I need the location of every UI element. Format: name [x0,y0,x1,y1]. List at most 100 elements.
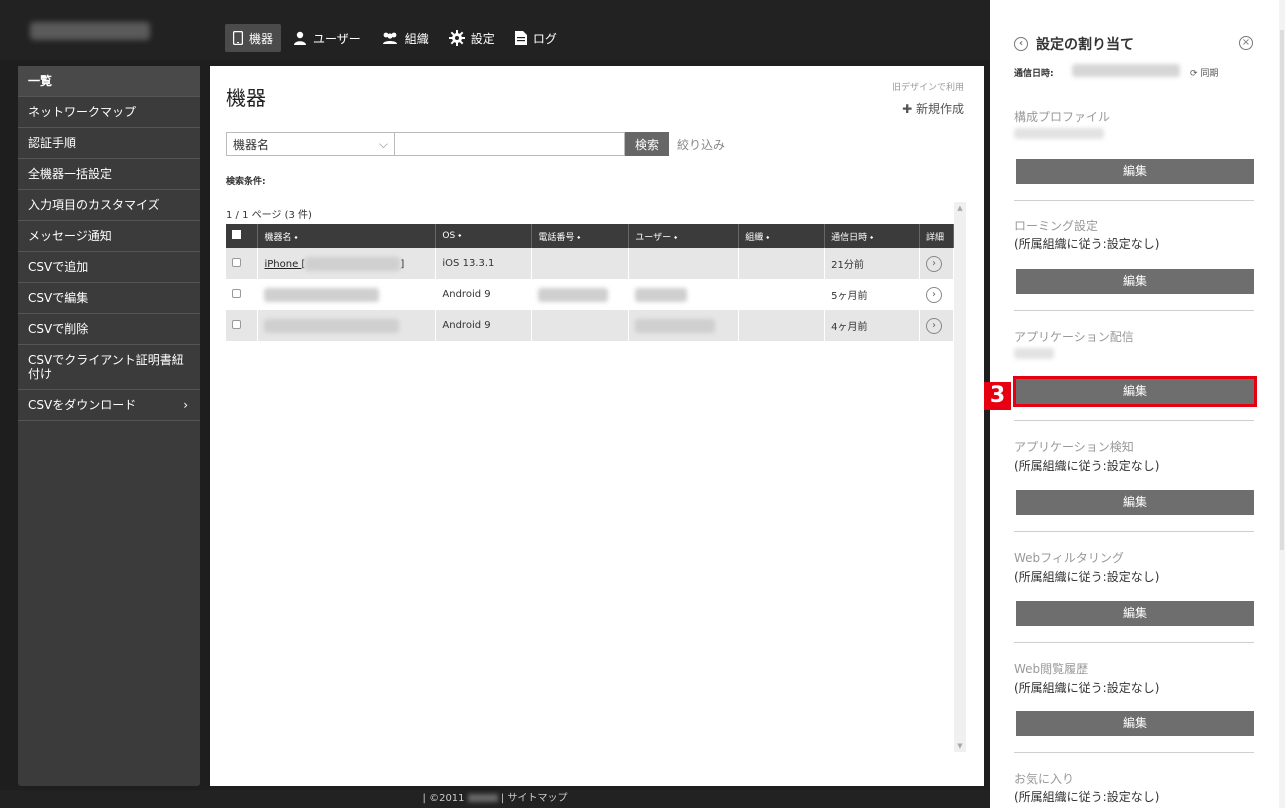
divider [1014,200,1254,201]
select-all-checkbox[interactable] [232,230,241,239]
sidebar-item-csv-add[interactable]: CSVで追加 [18,252,200,283]
detail-chevron-icon[interactable]: › [925,317,942,334]
sidebar-item-list[interactable]: 一覧 [18,66,200,97]
row-checkbox[interactable] [232,288,241,298]
table-row[interactable]: iPhone [] iOS 13.3.1 21分前 › [226,248,955,279]
user-cell [628,310,740,341]
scroll-up-icon[interactable]: ▲ [956,204,964,212]
org-cell [738,310,826,341]
sidebar-item-label: ネットワークマップ [28,105,137,119]
redacted-text [264,287,380,302]
detail-cell[interactable]: › [919,279,955,310]
nav-label: 設定 [470,31,495,46]
col-header[interactable]: 通信日時 ⬩ [824,224,920,248]
old-design-link[interactable]: 旧デザインで利用 [892,80,964,93]
step-badge: 3 [984,382,1011,410]
nav-settings[interactable]: 設定 [441,24,503,52]
search-button[interactable]: 検索 [625,132,670,156]
detail-chevron-icon[interactable]: › [925,255,942,272]
detail-chevron-icon[interactable]: › [925,286,942,303]
edit-button-web-history[interactable]: 編集 [1016,711,1254,736]
top-bar: 機器 ユーザー 組織 設定 ログ [0,0,990,60]
sidebar-item-label: CSVで編集 [28,291,89,305]
section-note: (所属組織に従う:設定なし) [1014,570,1160,584]
sidebar-item-csv-download[interactable]: CSVをダウンロード › [18,390,200,421]
chevron-down-icon: ⌵ [378,136,388,151]
back-icon[interactable]: ‹ [1014,37,1028,51]
col-header[interactable]: 電話番号 ⬩ [531,224,630,248]
sidebar-item-csv-cert[interactable]: CSVでクライアント証明書紐付け [18,345,200,390]
nav-users[interactable]: ユーザー [285,24,369,52]
nav-organizations[interactable]: 組織 [373,24,437,52]
col-header[interactable]: 機器名 ⬩ [257,224,437,248]
time-cell: 21分前 [824,248,920,279]
section-note: (所属組織に従う:設定なし) [1014,237,1160,251]
device-link[interactable]: iPhone [] [264,256,404,271]
row-checkbox[interactable] [232,319,241,329]
section-title: 構成プロファイル [1014,110,1111,124]
redacted-text [264,318,400,333]
sidebar-item-network-map[interactable]: ネットワークマップ [18,97,200,128]
main-nav: 機器 ユーザー 組織 設定 ログ [225,24,569,52]
edit-button-roaming[interactable]: 編集 [1016,269,1254,294]
filter-link[interactable]: 絞り込み [669,132,733,156]
sidebar: 一覧 ネットワークマップ 認証手順 全機器一括設定 入力項目のカスタマイズ メッ… [18,66,200,786]
device-name-cell[interactable] [257,310,437,341]
time-cell: 4ヶ月前 [824,310,920,341]
divider [1014,752,1254,753]
nav-label: ユーザー [313,31,361,46]
panel-title: 設定の割り当て [1036,37,1134,53]
redacted-text [635,318,716,333]
sidebar-item-message-notify[interactable]: メッセージ通知 [18,221,200,252]
scroll-thumb[interactable] [1280,30,1284,550]
sidebar-item-csv-edit[interactable]: CSVで編集 [18,283,200,314]
table-scrollbar[interactable]: ▲ ▼ [954,202,966,752]
close-icon[interactable]: × [1239,36,1253,50]
new-create-button[interactable]: ✚ 新規作成 [902,100,964,117]
row-checkbox[interactable] [232,257,241,267]
sidebar-item-auth-procedure[interactable]: 認証手順 [18,128,200,159]
row-checkbox-cell[interactable] [226,279,259,310]
sidebar-item-label: 入力項目のカスタマイズ [28,198,160,212]
sidebar-item-label: 全機器一括設定 [28,167,113,181]
sidebar-item-customize-fields[interactable]: 入力項目のカスタマイズ [18,190,200,221]
detail-cell[interactable]: › [919,310,955,341]
select-value: 機器名 [233,137,270,152]
row-checkbox-cell[interactable] [226,248,259,279]
gear-icon [448,30,465,46]
os-cell: Android 9 [435,310,533,341]
row-checkbox-cell[interactable] [226,310,259,341]
detail-cell[interactable]: › [919,248,955,279]
redacted-text [1014,348,1054,359]
sitemap-link[interactable]: | サイトマップ [501,793,568,804]
table-row[interactable]: Android 9 5ヶ月前 › [226,279,955,310]
phone-cell [531,310,630,341]
divider [1014,310,1254,311]
edit-button-app-detection[interactable]: 編集 [1016,490,1254,515]
edit-button-profile[interactable]: 編集 [1016,159,1254,184]
search-input[interactable] [395,132,625,156]
col-header[interactable]: ユーザー ⬩ [628,224,740,248]
edit-button-web-filtering[interactable]: 編集 [1016,601,1254,626]
select-all-cell[interactable] [226,224,259,248]
time-cell: 5ヶ月前 [824,279,920,310]
nav-label: 機器 [249,31,274,46]
edit-button-app-distribution[interactable]: 編集 [1013,376,1257,407]
sidebar-item-bulk-settings[interactable]: 全機器一括設定 [18,159,200,190]
table-row[interactable]: Android 9 4ヶ月前 › [226,310,955,341]
sidebar-item-csv-delete[interactable]: CSVで削除 [18,314,200,345]
sync-button[interactable]: ⟳ 同期 [1190,66,1218,79]
search-field-select[interactable]: 機器名 ⌵ [226,132,395,156]
col-header: 詳細 [919,224,955,248]
redacted-text [538,287,609,302]
nav-logs[interactable]: ログ [507,24,565,52]
panel-scrollbar[interactable] [1279,0,1285,808]
col-header[interactable]: 組織 ⬩ [738,224,826,248]
redacted-text [635,287,688,302]
device-name-cell[interactable]: iPhone [] [257,248,437,279]
col-header[interactable]: OS ⬩ [435,224,533,248]
nav-devices[interactable]: 機器 [225,24,282,52]
section-note: (所属組織に従う:設定なし) [1014,459,1160,473]
scroll-down-icon[interactable]: ▼ [956,742,964,750]
device-name-cell[interactable] [257,279,437,310]
